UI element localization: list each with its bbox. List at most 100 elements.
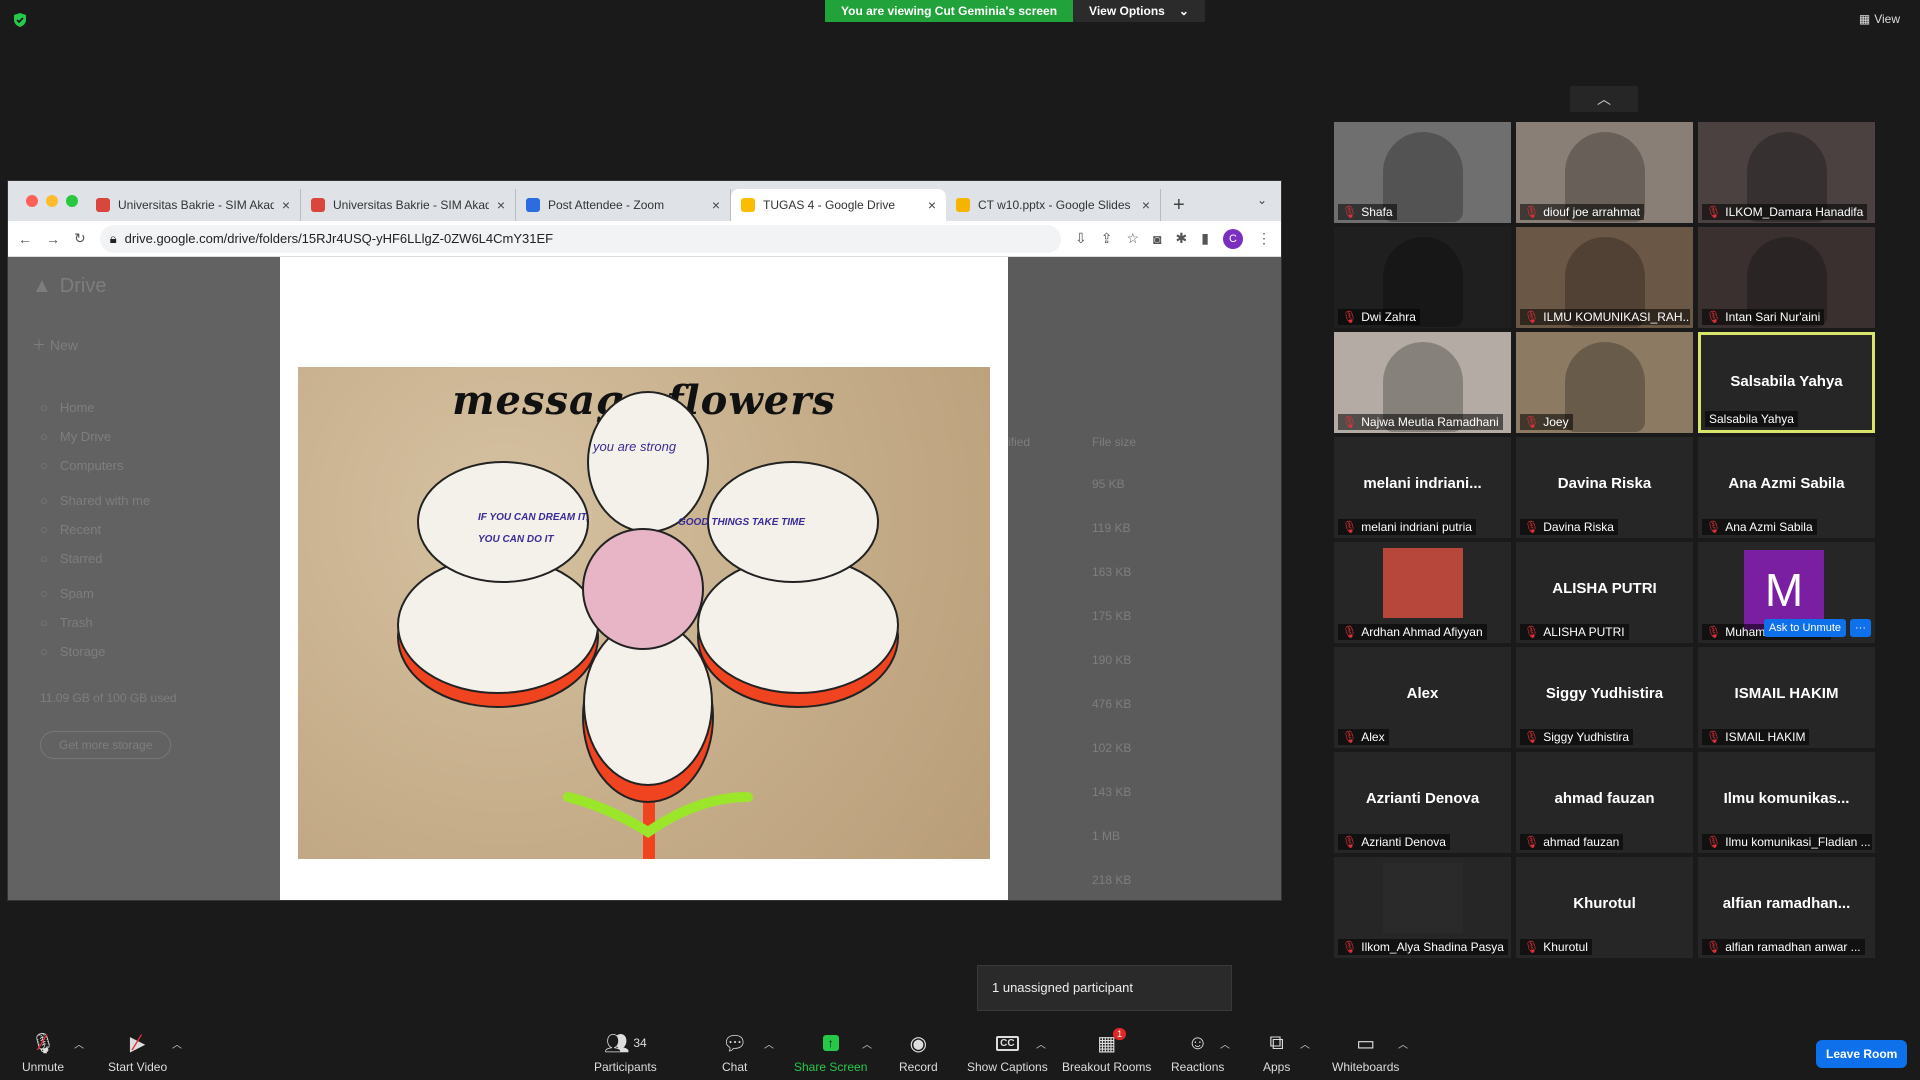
file-size-cell: 102 KB [1092, 741, 1132, 755]
new-button[interactable]: ＋ New [32, 335, 78, 355]
bookmark-star-icon[interactable]: ☆ [1127, 230, 1140, 247]
share-screen-button[interactable]: ↑ Share Screen [794, 1032, 867, 1074]
audio-options-caret-icon[interactable]: ︿ [74, 1036, 84, 1051]
participant-tile[interactable]: melani indriani... 🎙︎ melani indriani putr… [1334, 437, 1511, 538]
get-more-storage-button[interactable]: Get more storage [40, 731, 172, 759]
file-size-cell: 143 KB [1092, 785, 1132, 799]
back-icon[interactable]: ← [18, 231, 32, 247]
profile-avatar[interactable]: C [1223, 228, 1243, 249]
drive-nav-item[interactable]: ○ Shared with me [40, 486, 150, 515]
participant-tile[interactable]: Khurotul 🎙︎ Khurotul [1516, 857, 1693, 958]
participant-tile[interactable]: 🎙︎ Ardhan Ahmad Afiyyan [1334, 542, 1511, 643]
close-tab-icon[interactable]: × [497, 197, 505, 213]
ask-to-unmute-group: Ask to Unmute ··· [1763, 619, 1871, 637]
participant-tile[interactable]: ahmad fauzan 🎙︎ ahmad fauzan [1516, 752, 1693, 853]
breakout-rooms-button[interactable]: ▦ 1 Breakout Rooms [1062, 1028, 1151, 1074]
participant-tile[interactable]: Salsabila Yahya Salsabila Yahya [1698, 332, 1875, 433]
participant-tile[interactable]: 🎙︎ Intan Sari Nur'aini [1698, 227, 1875, 328]
forward-icon[interactable]: → [46, 231, 60, 247]
gallery-scroll-up-button[interactable]: ︿ [1570, 86, 1638, 112]
reactions-button[interactable]: ☺︎ Reactions [1171, 1032, 1224, 1075]
video-options-caret-icon[interactable]: ︿ [172, 1036, 182, 1051]
participant-tile[interactable]: 🎙︎ ILKOM_Damara Hanadifa [1698, 122, 1875, 223]
participant-tile[interactable]: ISMAIL HAKIM 🎙︎ ISMAIL HAKIM Ask to Unmute ·… [1698, 619, 1875, 748]
participant-name: Joey [1543, 415, 1569, 429]
participant-tile[interactable]: alfian ramadhan... 🎙︎ alfian ramadhan anwa… [1698, 857, 1875, 958]
apps-caret-icon[interactable]: ︿ [1300, 1036, 1310, 1051]
camera-icon[interactable]: ◙ [1153, 231, 1161, 247]
whiteboards-button[interactable]: ▭ Whiteboards [1332, 1032, 1399, 1075]
drive-nav-item[interactable]: ○ Home [40, 393, 150, 422]
captions-caret-icon[interactable]: ︿ [1036, 1036, 1046, 1051]
install-icon[interactable]: ⇩ [1075, 230, 1087, 247]
participant-tile[interactable]: 🎙︎ Joey [1516, 332, 1693, 433]
participant-tile[interactable]: ALISHA PUTRI 🎙︎ ALISHA PUTRI [1516, 542, 1693, 643]
close-window-icon[interactable] [26, 195, 38, 207]
start-video-button[interactable]: ▶︎ ⁄ Start Video [108, 1030, 167, 1074]
browser-tab[interactable]: Universitas Bakrie - SIM Akade × [86, 189, 301, 221]
minimize-window-icon[interactable] [46, 195, 58, 207]
participants-icon: 👥︎ 34 [603, 1032, 647, 1055]
view-options-button[interactable]: View Options ⌄ [1073, 0, 1205, 22]
view-button[interactable]: ▦ View [1859, 12, 1900, 26]
participant-tile[interactable]: Azrianti Denova 🎙︎ Azrianti Denova [1334, 752, 1511, 853]
participant-tile[interactable]: Davina Riska 🎙︎ Davina Riska [1516, 437, 1693, 538]
sidepanel-icon[interactable]: ▮ [1201, 230, 1209, 247]
leave-room-button[interactable]: Leave Room [1816, 1040, 1908, 1068]
more-options-button[interactable]: ··· [1850, 619, 1871, 637]
maximize-window-icon[interactable] [66, 195, 78, 207]
share-caret-icon[interactable]: ︿ [862, 1036, 872, 1051]
mic-muted-icon: 🎙︎ ⁄ [30, 1030, 56, 1055]
browser-tab[interactable]: Post Attendee - Zoom × [516, 189, 731, 221]
participant-tile[interactable]: Ana Azmi Sabila 🎙︎ Ana Azmi Sabila [1698, 437, 1875, 538]
close-tab-icon[interactable]: × [282, 197, 290, 213]
file-size-cell: 190 KB [1092, 653, 1132, 667]
participant-tile[interactable]: Siggy Yudhistira 🎙︎ Siggy Yudhistira [1516, 647, 1693, 748]
participant-name: Dwi Zahra [1361, 310, 1416, 324]
close-tab-icon[interactable]: × [712, 197, 720, 213]
drive-nav-item[interactable]: ○ Computers [40, 451, 150, 480]
participants-button[interactable]: 👥︎ 34 Participants [594, 1032, 657, 1075]
participant-tile[interactable]: 🎙︎ diouf joe arrahmat [1516, 122, 1693, 223]
url-field[interactable]: 🔒︎ drive.google.com/drive/folders/15RJr4… [99, 224, 1062, 253]
participant-tile[interactable]: Ilmu komunikas... 🎙︎ Ilmu komunikasi_Fladi… [1698, 752, 1875, 853]
participant-tile[interactable]: 🎙︎ Dwi Zahra [1334, 227, 1511, 328]
security-shield-icon[interactable] [12, 12, 28, 28]
drive-nav-item[interactable]: ○ Storage [40, 637, 150, 666]
drive-nav-item[interactable]: ○ Trash [40, 608, 150, 637]
extensions-icon[interactable]: ✱ [1176, 230, 1188, 247]
browser-tab[interactable]: TUGAS 4 - Google Drive × [731, 189, 946, 221]
menu-kebab-icon[interactable]: ⋮ [1257, 230, 1271, 247]
participant-tile[interactable]: 🎙︎ Ilkom_Alya Shadina Pasya [1334, 857, 1511, 958]
apps-button[interactable]: ⧉ Apps [1263, 1032, 1290, 1075]
close-tab-icon[interactable]: × [1142, 197, 1150, 213]
participant-tile[interactable]: Alex 🎙︎ Alex [1334, 647, 1511, 748]
reload-icon[interactable]: ↻ [74, 230, 86, 247]
tab-search-icon[interactable]: ⌄ [1257, 193, 1267, 207]
drive-nav-item[interactable]: ○ Starred [40, 544, 150, 573]
whiteboards-caret-icon[interactable]: ︿ [1398, 1036, 1408, 1051]
drive-nav-item[interactable]: ○ Recent [40, 515, 150, 544]
nav-icon: ○ [40, 551, 48, 566]
modified-header[interactable]: ified [1008, 435, 1030, 449]
browser-tab[interactable]: Universitas Bakrie - SIM Akade × [301, 189, 516, 221]
file-size-header[interactable]: File size [1092, 435, 1136, 449]
mic-muted-icon: 🎙︎ [1524, 730, 1540, 744]
unmute-button[interactable]: 🎙︎ ⁄ Unmute [22, 1030, 64, 1074]
new-tab-button[interactable]: + [1161, 189, 1197, 221]
share-icon[interactable]: ⇪ [1101, 230, 1113, 247]
mic-muted-icon: 🎙︎ [1706, 310, 1722, 324]
close-tab-icon[interactable]: × [928, 197, 936, 213]
participant-tile[interactable]: 🎙︎ ILMU KOMUNIKASI_RAH... [1516, 227, 1693, 328]
view-label: View [1874, 12, 1900, 26]
record-button[interactable]: ◉ Record [899, 1032, 938, 1075]
participant-tile[interactable]: 🎙︎ Shafa [1334, 122, 1511, 223]
drive-nav-item[interactable]: ○ My Drive [40, 422, 150, 451]
ask-to-unmute-button[interactable]: Ask to Unmute [1763, 619, 1846, 637]
reactions-caret-icon[interactable]: ︿ [1220, 1036, 1230, 1051]
participant-tile[interactable]: 🎙︎ Najwa Meutia Ramadhani [1334, 332, 1511, 433]
browser-tab[interactable]: CT w10.pptx - Google Slides × [946, 189, 1161, 221]
chat-button[interactable]: 💬︎ Chat [722, 1032, 747, 1075]
chat-caret-icon[interactable]: ︿ [764, 1036, 774, 1051]
drive-nav-item[interactable]: ○ Spam [40, 579, 150, 608]
